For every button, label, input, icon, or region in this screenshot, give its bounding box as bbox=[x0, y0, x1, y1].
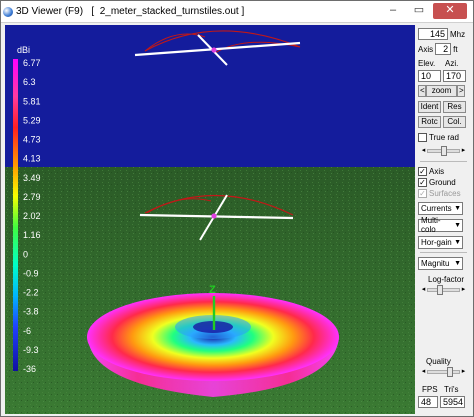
window-controls: – ▭ ✕ bbox=[381, 3, 467, 19]
scale-unit: dBi bbox=[17, 45, 30, 55]
chevron-down-icon: ▼ bbox=[454, 259, 461, 267]
ground-checkbox-label: Ground bbox=[429, 177, 456, 187]
slider-right-arrow-icon[interactable]: ▸ bbox=[460, 367, 467, 377]
quality-slider[interactable]: ◂ ▸ bbox=[420, 367, 467, 377]
slider-left-arrow-icon[interactable]: ◂ bbox=[420, 367, 427, 377]
log-factor-label: Log-factor bbox=[428, 274, 465, 284]
elevation-label: Elev. bbox=[418, 58, 436, 68]
currents-select[interactable]: Currents ▼ bbox=[418, 201, 463, 215]
res-button[interactable]: Res bbox=[443, 101, 466, 113]
scale-label: 4.73 bbox=[23, 135, 41, 145]
azimuth-label: Azi. bbox=[445, 58, 459, 68]
true-rad-label: True rad bbox=[429, 132, 459, 142]
scale-label: 2.79 bbox=[23, 192, 41, 202]
azimuth-input[interactable]: 170 bbox=[443, 70, 466, 82]
col-button[interactable]: Col. bbox=[443, 116, 466, 128]
scale-label: -36 bbox=[23, 364, 36, 374]
gain-type-select-value: Hor-gain bbox=[421, 237, 452, 247]
scale-label: 6.77 bbox=[23, 58, 41, 68]
color-mode-select-value: Multi-colo bbox=[421, 216, 441, 234]
true-rad-checkbox[interactable] bbox=[418, 132, 427, 142]
surfaces-checkbox-label: Surfaces bbox=[429, 188, 461, 198]
fps-label: FPS bbox=[422, 384, 438, 394]
slider-left-arrow-icon[interactable]: ◂ bbox=[420, 146, 427, 156]
scale-label: 2.02 bbox=[23, 211, 41, 221]
scale-label: 4.13 bbox=[23, 154, 41, 164]
slider-right-arrow-icon[interactable]: ▸ bbox=[460, 285, 467, 295]
currents-select-value: Currents bbox=[421, 203, 452, 213]
app-globe-icon bbox=[3, 6, 13, 17]
elevation-input[interactable]: 10 bbox=[418, 70, 441, 82]
color-mode-select[interactable]: Multi-colo ▼ bbox=[418, 216, 463, 234]
frequency-input[interactable]: 145 bbox=[418, 28, 448, 40]
top-slider[interactable]: ◂ ▸ bbox=[420, 146, 467, 156]
rotc-button[interactable]: Rotc bbox=[418, 116, 441, 128]
slider-thumb[interactable] bbox=[437, 285, 443, 295]
gain-type-select[interactable]: Hor-gain ▼ bbox=[418, 235, 463, 249]
title-bar[interactable]: 3D Viewer (F9) [ 2_meter_stacked_turnsti… bbox=[1, 1, 473, 23]
chevron-down-icon: ▼ bbox=[454, 204, 461, 212]
scale-label: 6.3 bbox=[23, 77, 36, 87]
scale-label: -3.8 bbox=[23, 307, 39, 317]
chevron-down-icon: ▼ bbox=[454, 238, 461, 246]
close-button[interactable]: ✕ bbox=[433, 3, 467, 19]
magnitude-select[interactable]: Magnitu ▼ bbox=[418, 256, 463, 270]
surfaces-checkbox: ✓ bbox=[418, 188, 427, 198]
axis-length-input[interactable]: 2 bbox=[435, 43, 452, 55]
maximize-button[interactable]: ▭ bbox=[407, 3, 431, 19]
window-title: 3D Viewer (F9) [ 2_meter_stacked_turnsti… bbox=[16, 6, 245, 17]
axis-length-unit: ft bbox=[453, 44, 458, 54]
z-axis-label: Z bbox=[209, 284, 216, 296]
viewer-window: 3D Viewer (F9) [ 2_meter_stacked_turnsti… bbox=[0, 0, 474, 417]
3d-viewport[interactable]: dBi 6.77 6.3 5.81 5.29 4.73 4.13 3.49 2.79 2.02 1… bbox=[5, 25, 415, 414]
ident-button[interactable]: Ident bbox=[418, 101, 441, 113]
separator bbox=[420, 161, 467, 162]
separator bbox=[420, 252, 467, 253]
fps-value: 48 bbox=[418, 396, 438, 408]
ground-checkbox[interactable]: ✓ bbox=[418, 177, 427, 187]
frequency-unit: Mhz bbox=[450, 29, 466, 39]
scale-label: -2.2 bbox=[23, 288, 39, 298]
quality-label: Quality bbox=[426, 356, 451, 366]
scale-label: 0 bbox=[23, 249, 28, 259]
control-panel: 145 Mhz Axis 2 ft Elev. Azi. 10 170 < zo… bbox=[418, 25, 473, 414]
axis-checkbox-label: Axis bbox=[429, 166, 445, 176]
scale-label: 1.16 bbox=[23, 230, 41, 240]
axis-checkbox[interactable]: ✓ bbox=[418, 166, 427, 176]
zoom-label: zoom bbox=[426, 85, 457, 97]
magnitude-select-value: Magnitu bbox=[421, 258, 450, 268]
color-bar bbox=[13, 59, 18, 371]
minimize-button[interactable]: – bbox=[381, 3, 405, 19]
zoom-out-button[interactable]: < bbox=[418, 85, 426, 97]
zoom-in-button[interactable]: > bbox=[457, 85, 465, 97]
tris-value: 5954 bbox=[440, 396, 465, 408]
slider-right-arrow-icon[interactable]: ▸ bbox=[460, 146, 467, 156]
scale-label: -6 bbox=[23, 326, 31, 336]
slider-left-arrow-icon[interactable]: ◂ bbox=[420, 285, 427, 295]
scale-label: -9.3 bbox=[23, 345, 39, 355]
axis-length-label: Axis bbox=[418, 44, 434, 54]
tris-label: Tri's bbox=[444, 384, 459, 394]
log-factor-slider[interactable]: ◂ ▸ bbox=[420, 285, 467, 295]
scale-label: -0.9 bbox=[23, 268, 39, 278]
chevron-down-icon: ▼ bbox=[454, 221, 461, 229]
slider-thumb[interactable] bbox=[441, 146, 447, 156]
radiation-pattern-scene[interactable]: dBi 6.77 6.3 5.81 5.29 4.73 4.13 3.49 2.79 2.02 1… bbox=[5, 25, 415, 414]
scale-label: 3.49 bbox=[23, 173, 41, 183]
scale-label: 5.81 bbox=[23, 96, 41, 106]
slider-thumb[interactable] bbox=[447, 367, 453, 377]
scale-label: 5.29 bbox=[23, 115, 41, 125]
